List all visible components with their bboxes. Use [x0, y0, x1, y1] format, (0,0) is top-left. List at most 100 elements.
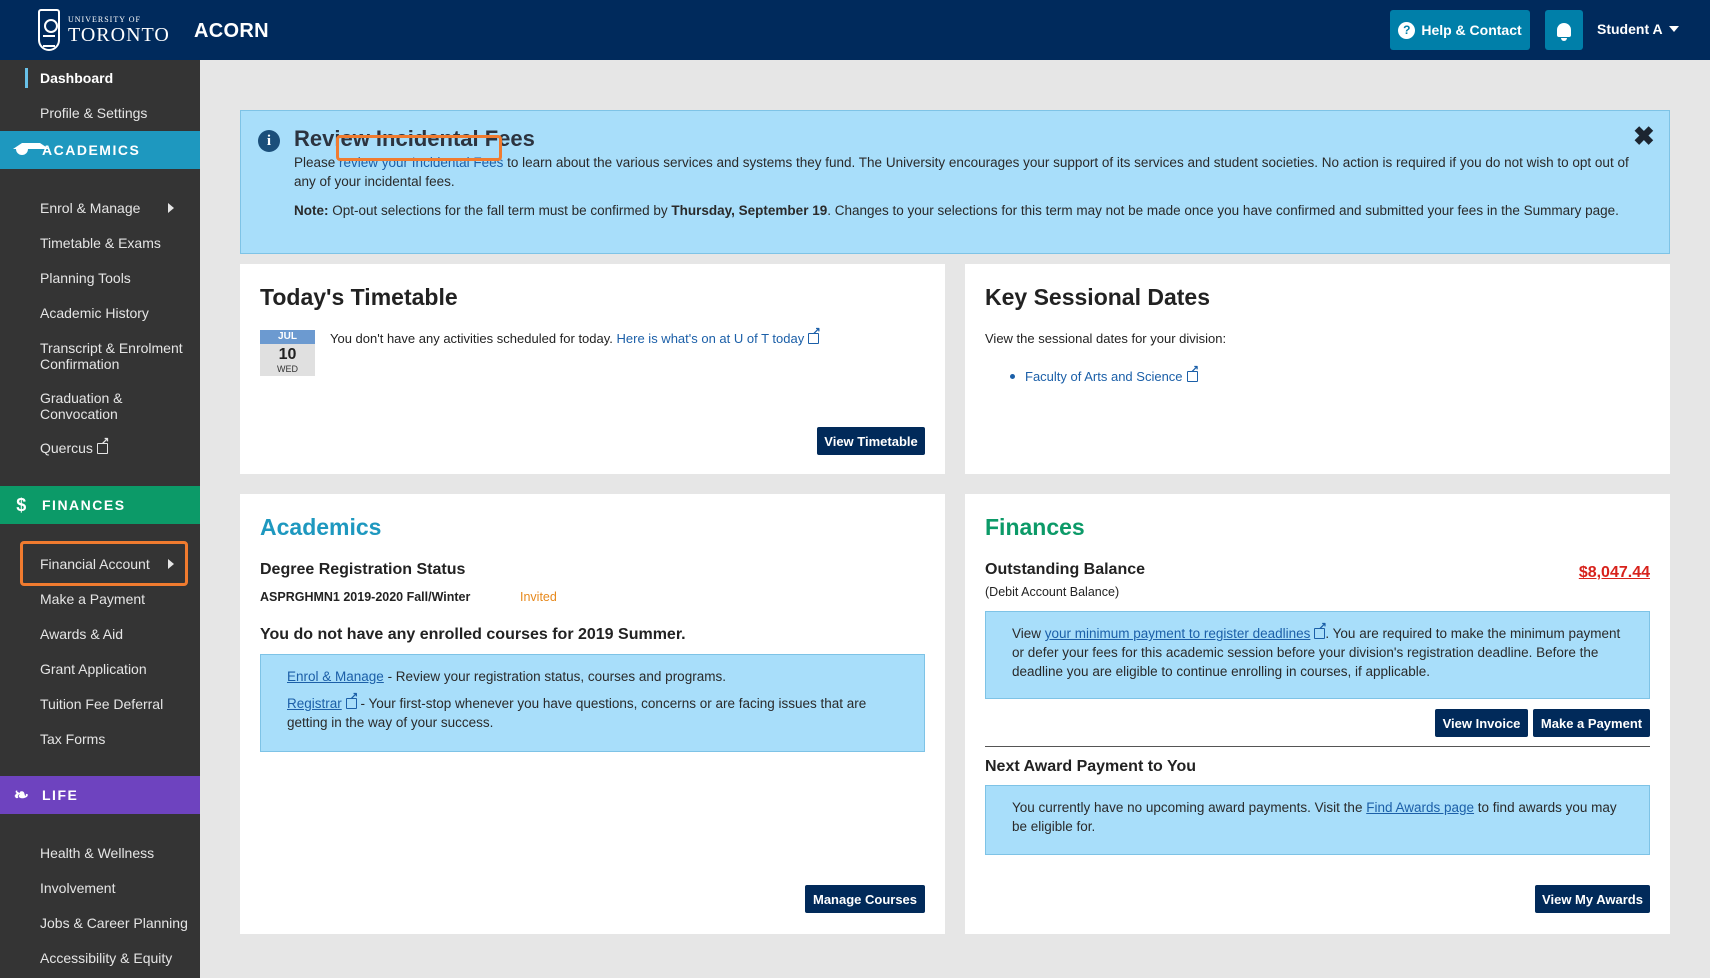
- status-badge: Invited: [520, 590, 557, 604]
- logo-text: UNIVERSITY OF TORONTO: [68, 15, 170, 45]
- sidebar-item-tax-forms[interactable]: Tax Forms: [40, 731, 105, 747]
- enrol-desc: - Review your registration status, cours…: [383, 669, 726, 684]
- payment-info-box: View your minimum payment to register de…: [985, 611, 1650, 699]
- view-timetable-button[interactable]: View Timetable: [817, 427, 925, 455]
- help-contact-label: Help & Contact: [1421, 22, 1522, 38]
- sidebar-item-make-payment[interactable]: Make a Payment: [40, 591, 145, 607]
- timetable-card: Today's Timetable JUL 10 WED You don't h…: [240, 264, 945, 474]
- notifications-button[interactable]: [1545, 10, 1583, 50]
- sidebar-item-academic-history[interactable]: Academic History: [40, 305, 149, 321]
- sidebar-item-profile-settings[interactable]: Profile & Settings: [40, 105, 147, 121]
- close-icon[interactable]: ✖: [1633, 121, 1655, 152]
- external-link-icon: [808, 327, 821, 344]
- external-link-icon: [1314, 622, 1327, 639]
- section-finances-label: FINANCES: [42, 497, 126, 513]
- note-after: . Changes to your selections for this te…: [827, 203, 1619, 218]
- date-badge: JUL 10 WED: [260, 330, 315, 376]
- award-before: You currently have no upcoming award pay…: [1012, 800, 1367, 815]
- dollar-icon: $: [16, 494, 28, 515]
- university-logo[interactable]: UNIVERSITY OF TORONTO: [38, 9, 170, 51]
- academics-info-box: Enrol & Manage - Review your registratio…: [260, 654, 925, 752]
- date-month: JUL: [260, 330, 315, 344]
- arrow-right-icon: [168, 559, 174, 569]
- timetable-message: You don't have any activities scheduled …: [330, 327, 821, 348]
- sidebar-section-academics[interactable]: ACADEMICS: [0, 131, 200, 169]
- university-crest-icon: [38, 9, 60, 51]
- sidebar-item-involvement[interactable]: Involvement: [40, 880, 115, 896]
- sidebar-item-grant-application[interactable]: Grant Application: [40, 661, 147, 677]
- sidebar-item-enrol-manage[interactable]: Enrol & Manage: [40, 200, 140, 216]
- enrol-info-line: Enrol & Manage - Review your registratio…: [287, 667, 898, 686]
- sessional-dates-card: Key Sessional Dates View the sessional d…: [965, 264, 1670, 474]
- sessional-intro: View the sessional dates for your divisi…: [985, 331, 1227, 346]
- help-contact-button[interactable]: ? Help & Contact: [1390, 10, 1530, 50]
- registrar-desc: - Your first-stop whenever you have ques…: [287, 696, 867, 730]
- view-invoice-button[interactable]: View Invoice: [1435, 709, 1528, 737]
- sidebar-item-health-wellness[interactable]: Health & Wellness: [40, 845, 154, 861]
- timetable-title: Today's Timetable: [260, 284, 458, 310]
- info-before: View: [1012, 626, 1045, 641]
- next-award-heading: Next Award Payment to You: [985, 758, 1197, 775]
- graduation-cap-icon: [10, 140, 49, 160]
- sidebar-item-jobs-career[interactable]: Jobs & Career Planning: [40, 915, 188, 931]
- top-bar: UNIVERSITY OF TORONTO ACORN ? Help & Con…: [0, 0, 1710, 60]
- info-icon: i: [258, 130, 280, 152]
- sidebar-item-dashboard[interactable]: Dashboard: [40, 70, 113, 86]
- user-name: Student A: [1597, 21, 1663, 37]
- sidebar-item-graduation[interactable]: Graduation & Convocation: [40, 390, 150, 422]
- sidebar-section-finances[interactable]: $ FINANCES: [0, 486, 200, 524]
- sidebar-item-quercus[interactable]: Quercus: [40, 437, 109, 456]
- balance-subtext: (Debit Account Balance): [985, 585, 1120, 599]
- balance-amount[interactable]: $8,047.44: [1579, 564, 1650, 582]
- uoft-today-link[interactable]: Here is what's on at U of T today: [616, 327, 821, 346]
- note-before: Opt-out selections for the fall term mus…: [328, 203, 672, 218]
- active-indicator: [25, 68, 28, 88]
- sidebar-item-accessibility[interactable]: Accessibility & Equity: [40, 950, 172, 966]
- enrolled-message: You do not have any enrolled courses for…: [260, 626, 686, 643]
- sidebar-item-tuition-deferral[interactable]: Tuition Fee Deferral: [40, 696, 163, 712]
- date-weekday: WED: [277, 364, 298, 374]
- sessional-title: Key Sessional Dates: [985, 284, 1211, 310]
- finances-card: Finances Outstanding Balance (Debit Acco…: [965, 494, 1670, 934]
- note-label: Note:: [294, 203, 329, 218]
- alert-text-before: Please: [294, 155, 340, 170]
- sidebar-section-life[interactable]: ❧ LIFE: [0, 776, 200, 814]
- outstanding-balance-heading: Outstanding Balance: [985, 561, 1146, 578]
- find-awards-link[interactable]: Find Awards page: [1366, 800, 1474, 815]
- sidebar-item-financial-account[interactable]: Financial Account: [40, 556, 150, 572]
- arrow-right-icon: [168, 203, 174, 213]
- degree-status-heading: Degree Registration Status: [260, 561, 466, 578]
- registrar-link-label: Registrar: [287, 696, 342, 711]
- program-code: ASPRGHMN1 2019-2020 Fall/Winter: [260, 590, 471, 604]
- timetable-message-text: You don't have any activities scheduled …: [330, 331, 617, 346]
- manage-courses-button[interactable]: Manage Courses: [805, 885, 925, 913]
- finances-title: Finances: [985, 514, 1085, 540]
- sidebar-item-planning-tools[interactable]: Planning Tools: [40, 270, 131, 286]
- app-name[interactable]: ACORN: [194, 20, 269, 43]
- sidebar-item-awards-aid[interactable]: Awards & Aid: [40, 626, 123, 642]
- award-info-box: You currently have no upcoming award pay…: [985, 785, 1650, 855]
- note-date: Thursday, September 19: [671, 203, 828, 218]
- registrar-link[interactable]: Registrar: [287, 696, 342, 711]
- academics-card: Academics Degree Registration Status ASP…: [240, 494, 945, 934]
- minimum-payment-link[interactable]: your minimum payment to register deadlin…: [1045, 626, 1311, 641]
- leaf-icon: ❧: [13, 784, 31, 805]
- view-my-awards-button[interactable]: View My Awards: [1535, 885, 1650, 913]
- enrol-manage-link[interactable]: Enrol & Manage: [287, 669, 384, 684]
- external-link-icon: [1186, 365, 1199, 382]
- arts-science-link[interactable]: Faculty of Arts and Science: [1025, 365, 1199, 384]
- make-payment-button[interactable]: Make a Payment: [1533, 709, 1650, 737]
- arts-science-link-label: Faculty of Arts and Science: [1025, 369, 1183, 384]
- external-link-icon: [96, 437, 109, 454]
- sidebar-item-quercus-label: Quercus: [40, 440, 93, 456]
- external-link-icon: [345, 692, 358, 709]
- academics-title: Academics: [260, 514, 382, 540]
- incidental-fees-alert: i Review Incidental Fees Please review y…: [240, 110, 1670, 254]
- bullet: [1010, 374, 1015, 379]
- user-menu[interactable]: Student A: [1597, 21, 1679, 37]
- divider: [985, 746, 1650, 747]
- uoft-today-link-label: Here is what's on at U of T today: [616, 331, 805, 346]
- sidebar-item-transcript[interactable]: Transcript & Enrolment Confirmation: [40, 340, 190, 372]
- sidebar-item-timetable-exams[interactable]: Timetable & Exams: [40, 235, 161, 251]
- section-life-label: LIFE: [42, 787, 79, 803]
